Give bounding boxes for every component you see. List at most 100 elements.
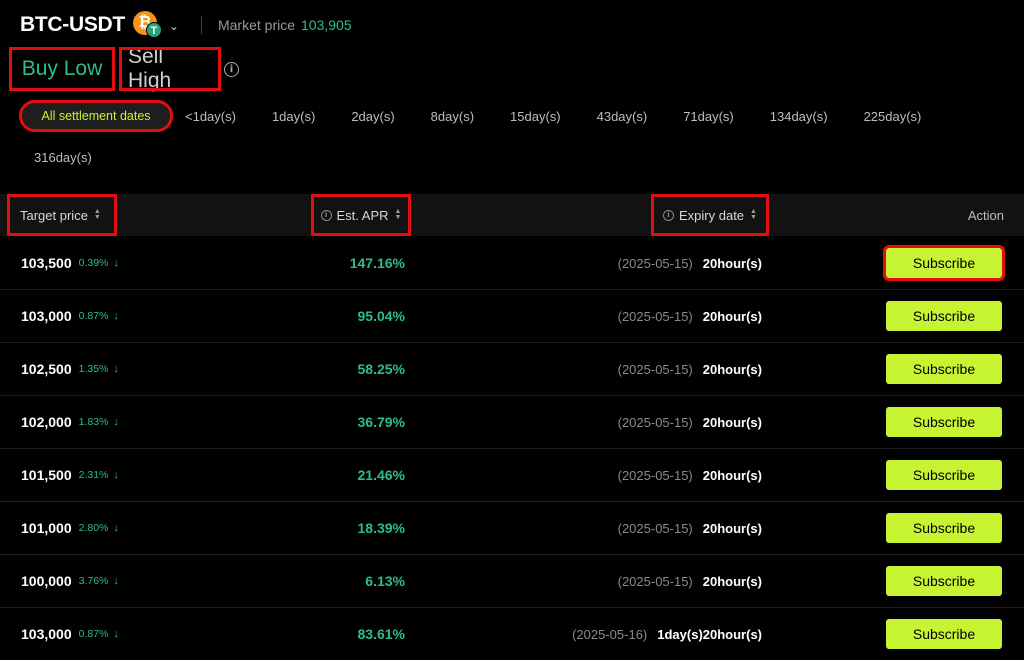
subscribe-button[interactable]: Subscribe	[886, 460, 1002, 490]
header-divider	[200, 16, 202, 34]
date-filter-row-2: 316day(s)	[22, 144, 1012, 170]
target-price-value: 103,000	[21, 308, 72, 324]
expiry-remaining: 20hour(s)	[702, 361, 762, 377]
expiry-date-value: (2025-05-15)	[617, 414, 693, 430]
arrow-down-icon: ↓	[113, 522, 119, 534]
est-apr-value: 83.61%	[357, 626, 405, 642]
subscribe-button[interactable]: Subscribe	[886, 407, 1002, 437]
target-price-cell: 102,500 1.35% ↓	[21, 343, 119, 395]
date-filter-row-1: All settlement dates <1day(s) 1day(s) 2d…	[19, 100, 1012, 132]
target-price-value: 103,500	[21, 255, 72, 271]
est-apr-value: 58.25%	[357, 361, 405, 377]
tab-sell-high[interactable]: Sell High	[119, 45, 221, 92]
subscribe-button[interactable]: Subscribe	[886, 513, 1002, 543]
chevron-down-icon[interactable]: ⌄	[169, 19, 179, 33]
expiry-date-value: (2025-05-15)	[617, 361, 693, 377]
price-distance-pct: 0.39%	[78, 257, 109, 269]
est-apr-value: 36.79%	[357, 414, 405, 430]
table-header: Target price ▲ ▼ i Est. APR ▲ ▼ i Expiry d…	[0, 194, 1024, 236]
tether-icon: T	[145, 22, 162, 38]
price-distance-pct: 2.80%	[78, 522, 109, 534]
subscribe-button[interactable]: Subscribe	[886, 354, 1002, 384]
expiry-remaining: 20hour(s)	[702, 414, 762, 430]
est-apr-value: 147.16%	[349, 255, 405, 271]
subscribe-button[interactable]: Subscribe	[886, 301, 1002, 331]
sort-est-apr[interactable]: i Est. APR ▲ ▼	[311, 194, 411, 236]
date-filter-134day[interactable]: 134day(s)	[770, 109, 828, 124]
sort-icon: ▲ ▼	[93, 208, 101, 221]
table-row: 103,000 0.87% ↓ 95.04% (2025-05-15) 20ho…	[0, 290, 1024, 343]
mode-tabs: Buy Low Sell High i	[9, 45, 239, 92]
sort-icon: ▲ ▼	[750, 208, 757, 221]
expiry-date-value: (2025-05-15)	[617, 308, 693, 324]
arrow-down-icon: ↓	[113, 469, 119, 481]
date-filter-71day[interactable]: 71day(s)	[683, 109, 734, 124]
price-distance-pct: 1.83%	[78, 416, 109, 428]
price-distance-pct: 2.31%	[78, 469, 109, 481]
expiry-date-value: (2025-05-15)	[617, 520, 693, 536]
target-price-value: 101,500	[21, 467, 72, 483]
date-filter-8day[interactable]: 8day(s)	[431, 109, 474, 124]
expiry-cell: (2025-05-15) 20hour(s)	[618, 502, 762, 554]
price-distance-pct: 0.87%	[78, 628, 109, 640]
sort-target-price[interactable]: Target price ▲ ▼	[7, 194, 117, 236]
target-price-value: 103,000	[21, 626, 72, 642]
date-filter-2day[interactable]: 2day(s)	[351, 109, 394, 124]
expiry-remaining: 20hour(s)	[702, 255, 762, 271]
expiry-remaining: 20hour(s)	[702, 467, 762, 483]
price-distance-pct: 3.76%	[78, 575, 109, 587]
info-icon[interactable]: i	[224, 61, 239, 77]
date-filter-43day[interactable]: 43day(s)	[597, 109, 648, 124]
expiry-remaining: 20hour(s)	[702, 573, 762, 589]
table-row: 102,500 1.35% ↓ 58.25% (2025-05-15) 20ho…	[0, 343, 1024, 396]
market-price-value: 103,905	[301, 17, 352, 33]
sort-expiry-date[interactable]: i Expiry date ▲ ▼	[651, 194, 769, 236]
expiry-cell: (2025-05-15) 20hour(s)	[618, 343, 762, 395]
date-filter-15day[interactable]: 15day(s)	[510, 109, 561, 124]
target-price-value: 100,000	[21, 573, 72, 589]
arrow-down-icon: ↓	[113, 416, 119, 428]
expiry-date-value: (2025-05-15)	[617, 573, 693, 589]
date-filter-316day[interactable]: 316day(s)	[34, 150, 92, 165]
arrow-down-icon: ↓	[113, 575, 119, 587]
date-filter-1day[interactable]: 1day(s)	[272, 109, 315, 124]
expiry-date-value: (2025-05-15)	[617, 467, 693, 483]
date-filter-225day[interactable]: 225day(s)	[864, 109, 922, 124]
expiry-date-value: (2025-05-16)	[572, 626, 648, 642]
target-price-header: Target price	[20, 207, 88, 223]
target-price-cell: 103,000 0.87% ↓	[21, 290, 119, 342]
date-filter-lt1day[interactable]: <1day(s)	[185, 109, 236, 124]
subscribe-button[interactable]: Subscribe	[886, 566, 1002, 596]
expiry-cell: (2025-05-16) 1day(s)20hour(s)	[572, 608, 762, 660]
info-icon[interactable]: i	[663, 209, 674, 221]
table-row: 101,500 2.31% ↓ 21.46% (2025-05-15) 20ho…	[0, 449, 1024, 502]
subscribe-button[interactable]: Subscribe	[886, 619, 1002, 649]
arrow-down-icon: ↓	[113, 363, 119, 375]
subscribe-button[interactable]: Subscribe	[883, 245, 1005, 281]
product-table: 103,500 0.39% ↓ 147.16% (2025-05-15) 20h…	[0, 237, 1024, 660]
expiry-cell: (2025-05-15) 20hour(s)	[618, 290, 762, 342]
price-distance-pct: 0.87%	[78, 310, 109, 322]
date-filter-all[interactable]: All settlement dates	[19, 100, 173, 132]
arrow-down-icon: ↓	[113, 628, 119, 640]
expiry-remaining: 20hour(s)	[702, 520, 762, 536]
price-distance-pct: 1.35%	[78, 363, 109, 375]
target-price-cell: 102,000 1.83% ↓	[21, 396, 119, 448]
est-apr-value: 6.13%	[365, 573, 405, 589]
est-apr-value: 18.39%	[357, 520, 405, 536]
table-row: 101,000 2.80% ↓ 18.39% (2025-05-15) 20ho…	[0, 502, 1024, 555]
target-price-value: 102,000	[21, 414, 72, 430]
expiry-cell: (2025-05-15) 20hour(s)	[618, 555, 762, 607]
target-price-cell: 103,000 0.87% ↓	[21, 608, 119, 660]
expiry-cell: (2025-05-15) 20hour(s)	[618, 237, 762, 289]
est-apr-value: 21.46%	[357, 467, 405, 483]
table-row: 100,000 3.76% ↓ 6.13% (2025-05-15) 20hou…	[0, 555, 1024, 608]
expiry-remaining: 20hour(s)	[702, 308, 762, 324]
tab-buy-low[interactable]: Buy Low	[9, 47, 115, 91]
pair-title: BTC-USDT	[20, 13, 125, 36]
info-icon[interactable]: i	[320, 209, 332, 221]
pair-selector[interactable]: ₿ T	[132, 10, 167, 40]
action-header: Action	[967, 207, 1004, 223]
pair-header: BTC-USDT ₿ T ⌄ Market price 103,905	[20, 8, 352, 42]
table-row: 103,000 0.87% ↓ 83.61% (2025-05-16) 1day…	[0, 608, 1024, 660]
